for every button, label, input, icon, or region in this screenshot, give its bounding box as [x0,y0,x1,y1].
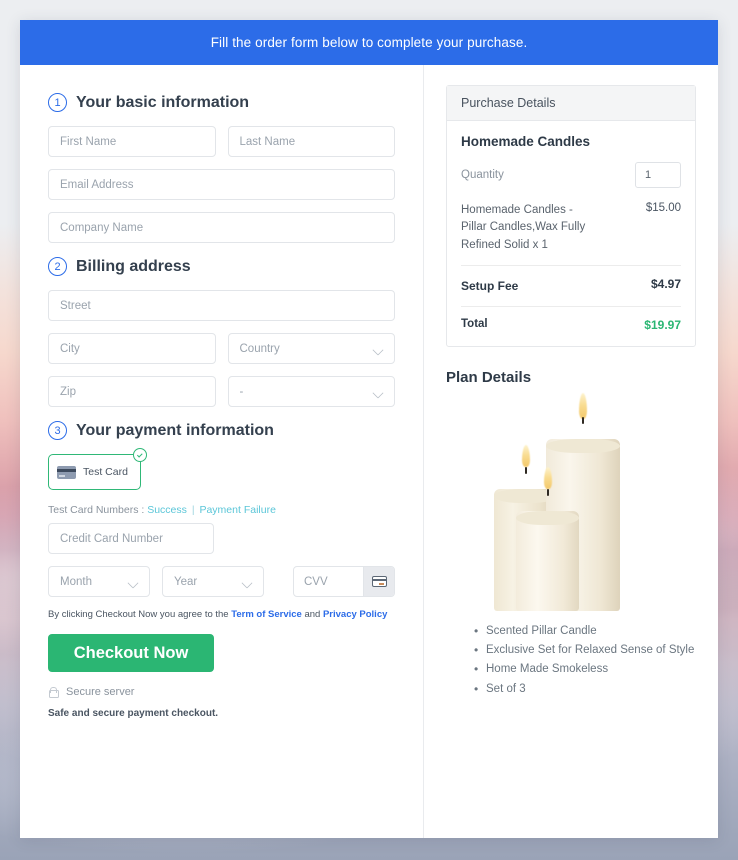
cvv-input[interactable]: CVV [294,576,363,588]
product-name: Homemade Candles [461,134,591,149]
zip-input[interactable]: Zip [48,376,216,407]
step-3-title: Your payment information [76,421,274,439]
credit-card-icon [57,465,76,479]
country-select[interactable]: Country [227,333,395,364]
banner: Fill the order form below to complete yo… [20,20,718,65]
lock-icon [48,686,59,698]
state-select[interactable]: - [227,376,395,407]
setup-fee-price: $4.97 [650,276,681,291]
credit-card-icon [371,576,387,587]
step-1-number: 1 [48,93,67,112]
setup-fee-row: Setup Fee $4.97 [461,266,681,307]
flame-icon [521,444,530,467]
step-2-title: Billing address [76,257,191,275]
purchase-details-header: Purchase Details [447,86,695,121]
summary-column: Purchase Details Homemade Candles Quanti… [424,65,718,838]
step-3-header: 3 Your payment information [48,421,395,440]
step-1-header: 1 Your basic information [48,93,395,112]
total-label: Total [461,317,488,330]
checkout-card: Fill the order form below to complete yo… [20,20,718,838]
checkout-now-button[interactable]: Checkout Now [48,634,214,672]
order-form-column: 1 Your basic information First Name Last… [20,65,424,838]
test-card-label: Test Card [83,466,128,478]
expiry-cvv-row: Month Year CVV [48,566,395,597]
safe-checkout-note: Safe and secure payment checkout. [48,708,219,719]
city-country-row: City Country [48,333,395,364]
expiry-month-select[interactable]: Month [48,566,150,597]
payment-failure-link[interactable]: Payment Failure [199,504,275,516]
test-card-numbers-row: Test Card Numbers : Success | Payment Fa… [48,504,395,516]
wick [582,416,584,424]
terms-and: and [304,609,321,620]
list-item: Exclusive Set for Relaxed Sense of Style [474,641,696,659]
total-value: $19.97 [644,317,681,332]
step-2-number: 2 [48,257,67,276]
step-1-title: Your basic information [76,93,250,111]
line-item-name: Homemade Candles - Pillar Candles,Wax Fu… [461,204,586,251]
secure-server-text: Secure server [66,686,135,698]
secure-server-row: Secure server [48,686,395,698]
plan-details-title: Plan Details [446,368,532,386]
expiry-year-select[interactable]: Year [162,566,264,597]
first-name-input[interactable]: First Name [48,126,216,157]
cvv-field-group[interactable]: CVV [293,566,395,597]
candle-top [546,438,620,453]
street-input[interactable]: Street [48,290,395,321]
card-columns: 1 Your basic information First Name Last… [20,65,718,838]
list-item: Home Made Smokeless [474,660,696,678]
line-item-price: $15.00 [645,202,681,214]
email-row: Email Address [48,169,395,200]
terms-of-service-link[interactable]: Term of Service [231,609,302,620]
link-separator: | [191,504,195,516]
terms-prefix: By clicking Checkout Now you agree to th… [48,609,229,620]
list-item: Set of 3 [474,679,696,697]
company-row: Company Name [48,212,395,243]
terms-text: By clicking Checkout Now you agree to th… [48,609,395,620]
quantity-input[interactable]: 1 [635,162,681,188]
wick [546,488,549,496]
zip-state-row: Zip - [48,376,395,407]
list-item: Scented Pillar Candle [474,622,696,640]
check-circle-icon [133,448,147,462]
line-item-row: Homemade Candles - Pillar Candles,Wax Fu… [461,202,681,266]
three-pillar-candles-image [446,392,696,611]
street-row: Street [48,290,395,321]
wick [524,466,527,474]
cvv-help-button[interactable] [363,567,394,596]
test-numbers-label: Test Card Numbers : [48,504,145,516]
total-row: Total $19.97 [461,307,681,334]
name-row: First Name Last Name [48,126,395,157]
step-2-header: 2 Billing address [48,257,395,276]
company-name-input[interactable]: Company Name [48,212,395,243]
city-input[interactable]: City [48,333,216,364]
quantity-row: Quantity 1 [461,162,681,188]
success-link[interactable]: Success [147,504,187,516]
plan-features-list: Scented Pillar Candle Exclusive Set for … [446,622,696,698]
flame-icon [579,392,587,419]
credit-card-number-input[interactable]: Credit Card Number [48,523,214,554]
quantity-label: Quantity [461,169,504,181]
email-input[interactable]: Email Address [48,169,395,200]
last-name-input[interactable]: Last Name [227,126,395,157]
candle-top [516,510,579,525]
step-3-number: 3 [48,421,67,440]
candle-front [516,466,579,611]
payment-method-row: Test Card [48,448,395,490]
test-card-method-option[interactable]: Test Card [48,448,147,490]
setup-fee-label: Setup Fee [461,278,519,293]
purchase-details-box: Purchase Details Homemade Candles Quanti… [446,85,696,347]
card-number-row: Credit Card Number [48,523,395,554]
privacy-policy-link[interactable]: Privacy Policy [323,609,387,620]
purchase-details-body: Homemade Candles Quantity 1 Homemade Can… [447,121,695,346]
